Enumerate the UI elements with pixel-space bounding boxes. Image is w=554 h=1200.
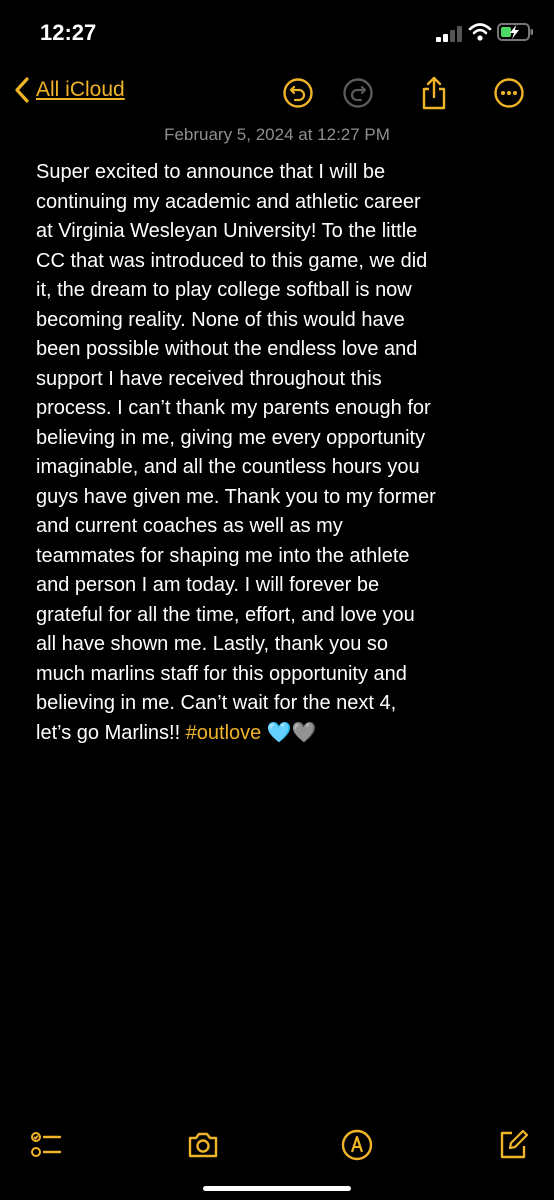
undo-icon[interactable] xyxy=(282,77,314,109)
emoji: 🩵🩶 xyxy=(261,721,317,744)
battery-charging-icon xyxy=(497,23,533,41)
back-button[interactable]: All iCloud xyxy=(14,77,125,103)
camera-icon[interactable] xyxy=(186,1128,220,1162)
checklist-icon[interactable] xyxy=(30,1128,64,1162)
status-time: 12:27 xyxy=(40,20,97,45)
note-date: February 5, 2024 at 12:27 PM xyxy=(164,125,390,144)
navigation-bar: All iCloud xyxy=(0,75,554,115)
back-button-label: All iCloud xyxy=(36,78,125,101)
note-body[interactable]: Super excited to announce that I will be… xyxy=(36,158,536,748)
status-bar: 12:27 xyxy=(0,0,554,70)
home-indicator[interactable] xyxy=(203,1186,351,1191)
share-icon[interactable] xyxy=(418,75,450,111)
hashtag[interactable]: #outlove xyxy=(186,722,262,744)
wifi-icon xyxy=(468,23,492,41)
cellular-signal-icon xyxy=(436,26,462,42)
redo-icon[interactable] xyxy=(342,77,374,109)
markup-icon[interactable] xyxy=(340,1128,374,1162)
compose-icon[interactable] xyxy=(496,1128,530,1162)
chevron-left-icon xyxy=(15,77,29,103)
ellipsis-circle-icon[interactable] xyxy=(493,77,525,109)
bottom-toolbar xyxy=(0,1128,554,1168)
note-text: Super excited to announce that I will be… xyxy=(36,161,436,744)
